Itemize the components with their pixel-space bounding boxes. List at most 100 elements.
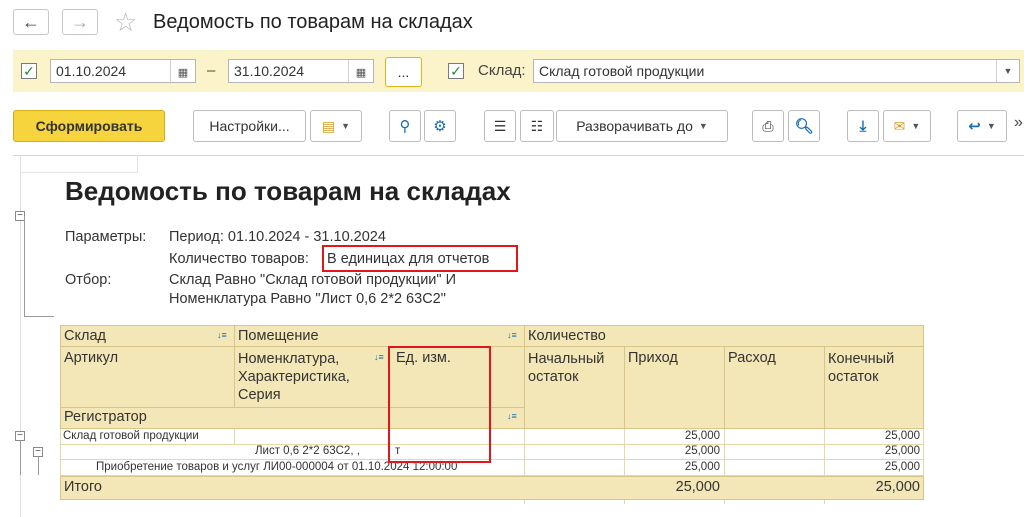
warehouse-value: Склад готовой продукции — [539, 63, 705, 79]
checkmark-icon: ✓ — [23, 62, 35, 79]
group-bracket — [24, 216, 25, 316]
chevron-down-icon: ▼ — [911, 121, 921, 131]
expand-all-button[interactable]: ☷ — [520, 110, 554, 142]
date-dash: – — [207, 62, 216, 79]
filter-line-2: Номенклатура Равно "Лист 0,6 2*2 63С2" — [169, 291, 446, 307]
download-icon: ⤓ — [859, 117, 867, 135]
row-kon: 25,000 — [884, 445, 920, 457]
header-divider — [624, 346, 625, 429]
row-group-line — [20, 441, 21, 475]
col-registrator[interactable]: Регистратор — [64, 409, 147, 425]
date-from-input[interactable]: 01.10.2024 ▦ — [50, 59, 196, 84]
print-button[interactable]: ⎙ — [752, 110, 784, 142]
filter-line-1: Склад Равно "Склад готовой продукции" И — [169, 272, 456, 288]
body-divider — [234, 429, 235, 444]
expand-list-icon: ☷ — [530, 117, 544, 134]
col-sklad[interactable]: Склад — [64, 328, 106, 344]
chevron-down-icon[interactable]: ▼ — [996, 60, 1019, 82]
arrow-left-icon: ← — [22, 11, 40, 32]
row-group-line — [38, 457, 39, 475]
generate-button[interactable]: Сформировать — [13, 110, 165, 142]
folder-icon: ▤ — [321, 117, 336, 134]
warehouse-select[interactable]: Склад готовой продукции ▼ — [533, 59, 1020, 83]
date-to-value: 31.10.2024 — [234, 63, 305, 79]
period-select-button[interactable]: ... — [385, 57, 422, 87]
send-mail-button[interactable]: ✉ ▼ — [883, 110, 931, 142]
highlight-frame-qty — [322, 245, 518, 272]
row-kon: 25,000 — [884, 430, 920, 442]
collapse-list-icon: ☰ — [493, 117, 507, 134]
arrow-right-icon: → — [71, 11, 89, 32]
chevron-down-icon: ▼ — [986, 121, 996, 131]
search-icon: ⚲ — [399, 118, 411, 135]
total-prihod: 25,000 — [675, 479, 720, 495]
date-from-value: 01.10.2024 — [56, 63, 127, 79]
qty-label: Количество товаров: — [169, 251, 309, 267]
back-button[interactable]: ← — [13, 9, 49, 35]
collapse-row-icon[interactable]: − — [33, 447, 43, 457]
envelope-icon: ✉ — [893, 117, 906, 134]
row-prihod: 25,000 — [684, 461, 720, 473]
col-rashod[interactable]: Расход — [728, 350, 776, 366]
col-nomenklatura[interactable]: Номенклатура, Характеристика, Серия — [238, 350, 373, 404]
variants-button[interactable]: ▤ ▼ — [310, 110, 362, 142]
date-to-input[interactable]: 31.10.2024 ▦ — [228, 59, 374, 84]
search-button[interactable]: ⚲ — [389, 110, 421, 142]
col-nach[interactable]: Начальный остаток — [528, 350, 620, 386]
total-kon: 25,000 — [875, 479, 920, 495]
more-icon[interactable]: » — [1014, 114, 1023, 132]
favorite-star-icon[interactable]: ☆ — [114, 8, 137, 36]
header-divider — [524, 325, 525, 429]
col-kon[interactable]: Конечный остаток — [828, 350, 920, 386]
period-checkbox[interactable]: ✓ — [21, 63, 37, 79]
params-label: Параметры: — [65, 229, 147, 245]
sort-icon[interactable]: ↓≡ — [217, 330, 227, 340]
save-button[interactable]: ⤓ — [847, 110, 879, 142]
table-header — [60, 325, 924, 429]
search-gear-icon: ⚙ — [433, 118, 447, 135]
settings-button[interactable]: Настройки... — [193, 110, 306, 142]
forward-button[interactable]: → — [62, 9, 98, 35]
row-line — [60, 459, 924, 460]
warehouse-label: Склад: — [478, 62, 526, 79]
row-prihod: 25,000 — [684, 430, 720, 442]
col-artikul[interactable]: Артикул — [64, 350, 118, 366]
expand-to-label: Разворачивать до — [576, 118, 693, 134]
col-pomeshenie[interactable]: Помещение — [238, 328, 319, 344]
report-corner-cell — [20, 155, 138, 173]
table-row: Склад готовой продукции — [63, 430, 199, 442]
table-row: Лист 0,6 2*2 63С2, , — [255, 445, 360, 457]
preview-button[interactable]: 🔍︎ — [788, 110, 820, 142]
row-prihod: 25,000 — [684, 445, 720, 457]
col-prihod[interactable]: Приход — [628, 350, 678, 366]
header-divider — [824, 346, 825, 429]
preview-icon: 🔍︎ — [794, 118, 814, 135]
calendar-icon[interactable]: ▦ — [348, 60, 373, 84]
chevron-down-icon: ▼ — [698, 121, 708, 131]
row-kon: 25,000 — [884, 461, 920, 473]
undo-arrow-icon: ↩ — [968, 118, 981, 135]
undo-button[interactable]: ↩ ▼ — [957, 110, 1007, 142]
total-row — [60, 476, 924, 500]
header-divider — [234, 325, 235, 407]
header-divider — [724, 346, 725, 429]
collapse-row-icon[interactable]: − — [15, 431, 25, 441]
warehouse-checkbox[interactable]: ✓ — [448, 63, 464, 79]
group-bracket-end — [24, 316, 54, 317]
row-line — [60, 444, 924, 445]
sort-icon[interactable]: ↓≡ — [507, 411, 517, 421]
highlight-frame-unit — [388, 346, 491, 463]
collapse-all-button[interactable]: ☰ — [484, 110, 516, 142]
report-divider — [13, 155, 1024, 156]
window-title: Ведомость по товарам на складах — [153, 11, 473, 33]
checkmark-icon: ✓ — [450, 62, 462, 79]
chevron-down-icon: ▼ — [341, 121, 351, 131]
search-settings-button[interactable]: ⚙ — [424, 110, 456, 142]
calendar-icon[interactable]: ▦ — [170, 60, 195, 84]
filter-label: Отбор: — [65, 272, 112, 288]
expand-to-button[interactable]: Разворачивать до ▼ — [556, 110, 728, 142]
report-title: Ведомость по товарам на складах — [65, 176, 511, 206]
sort-icon[interactable]: ↓≡ — [507, 330, 517, 340]
sort-icon[interactable]: ↓≡ — [374, 352, 384, 362]
col-kolichestvo[interactable]: Количество — [528, 328, 606, 344]
